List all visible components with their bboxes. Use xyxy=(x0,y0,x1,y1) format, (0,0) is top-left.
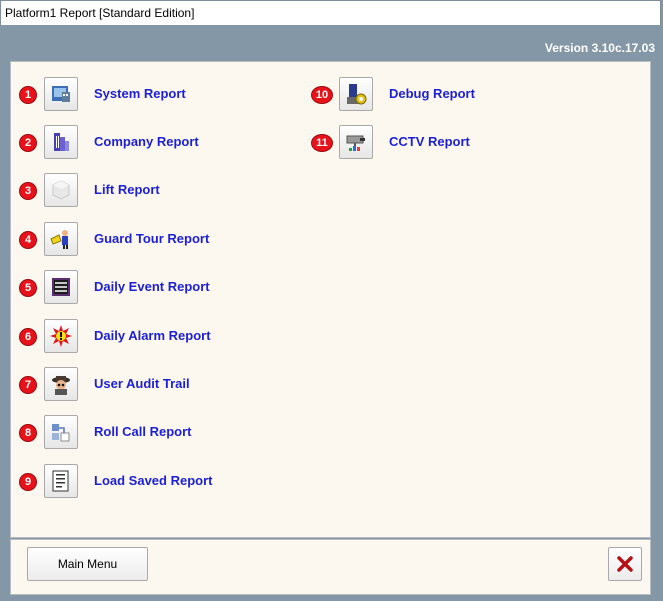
menu-item-label[interactable]: Daily Event Report xyxy=(94,279,210,294)
menu-item-label[interactable]: Lift Report xyxy=(94,182,160,197)
menu-item-label[interactable]: Company Report xyxy=(94,134,199,149)
item-number-badge: 6 xyxy=(19,328,37,346)
debug-report-icon[interactable] xyxy=(339,77,373,111)
item-number-badge: 9 xyxy=(19,473,37,491)
cctv-report-icon[interactable] xyxy=(339,125,373,159)
menu-item-label[interactable]: Guard Tour Report xyxy=(94,231,209,246)
load-saved-icon[interactable] xyxy=(44,464,78,498)
menu-item-label[interactable]: Roll Call Report xyxy=(94,424,192,439)
report-menu-panel: 1 System Report 2 Company Report 3 Lift … xyxy=(10,61,651,538)
menu-item-label[interactable]: Debug Report xyxy=(389,86,475,101)
item-number-badge: 8 xyxy=(19,424,37,442)
menu-item-label[interactable]: System Report xyxy=(94,86,186,101)
close-button[interactable] xyxy=(608,547,642,581)
company-report-icon[interactable] xyxy=(44,125,78,159)
item-number-badge: 2 xyxy=(19,134,37,152)
menu-item-label[interactable]: Daily Alarm Report xyxy=(94,328,211,343)
menu-item-label[interactable]: CCTV Report xyxy=(389,134,470,149)
daily-event-icon[interactable] xyxy=(44,270,78,304)
item-number-badge: 1 xyxy=(19,86,37,104)
item-number-badge: 10 xyxy=(311,86,333,104)
menu-item-label[interactable]: Load Saved Report xyxy=(94,473,212,488)
guard-tour-icon[interactable] xyxy=(44,222,78,256)
item-number-badge: 11 xyxy=(311,134,333,152)
lift-report-icon[interactable] xyxy=(44,173,78,207)
item-number-badge: 5 xyxy=(19,279,37,297)
daily-alarm-icon[interactable] xyxy=(44,319,78,353)
menu-item-label[interactable]: User Audit Trail xyxy=(94,376,190,391)
system-report-icon[interactable] xyxy=(44,77,78,111)
item-number-badge: 4 xyxy=(19,231,37,249)
close-x-icon xyxy=(617,556,633,572)
main-menu-button[interactable]: Main Menu xyxy=(27,547,148,581)
version-label: Version 3.10c.17.03 xyxy=(544,41,655,55)
item-number-badge: 7 xyxy=(19,376,37,394)
roll-call-icon[interactable] xyxy=(44,415,78,449)
item-number-badge: 3 xyxy=(19,182,37,200)
user-audit-icon[interactable] xyxy=(44,367,78,401)
window-title: Platform1 Report [Standard Edition] xyxy=(0,0,661,25)
